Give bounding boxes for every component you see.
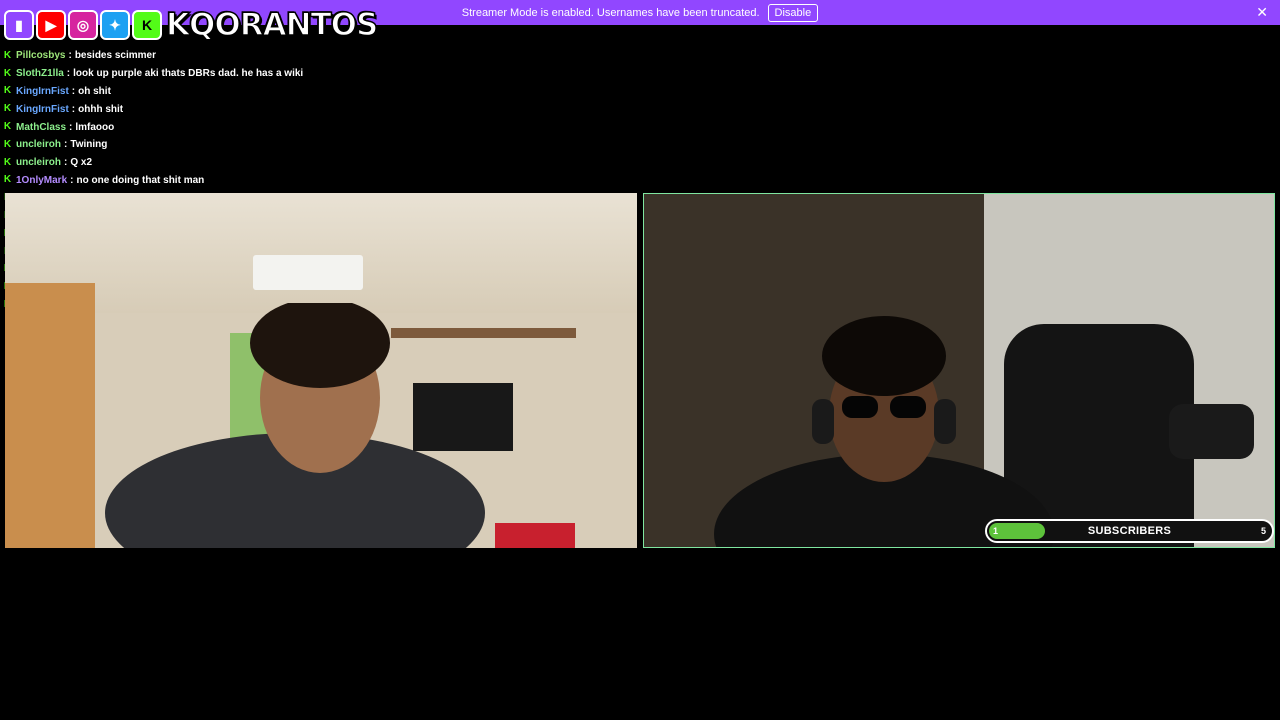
- right-camera-feed: [643, 193, 1275, 548]
- chat-text: oh shit: [78, 85, 111, 97]
- chat-separator: :: [64, 139, 68, 151]
- chat-text: lmfaooo: [75, 121, 115, 133]
- chat-separator: :: [70, 174, 74, 186]
- chat-message: Kuncleiroh: Twining: [3, 136, 643, 154]
- social-logo-strip: ▮ ▶ ◎ ✦ K KQORANTOS: [4, 3, 379, 47]
- kick-badge-icon: K: [3, 121, 12, 133]
- chat-text: Twining: [70, 139, 108, 151]
- chat-separator: :: [68, 50, 72, 62]
- kick-badge-icon: K: [3, 174, 12, 186]
- close-banner-icon[interactable]: ✕: [1256, 5, 1268, 19]
- chat-separator: :: [69, 121, 73, 133]
- kick-badge-icon: K: [3, 103, 12, 115]
- chat-message: K Pillcosbys: besides scimmer: [3, 47, 643, 65]
- chat-username[interactable]: 1OnlyMark: [16, 175, 67, 186]
- chat-text: Q x2: [70, 157, 93, 169]
- kick-badge-icon: K: [3, 67, 12, 79]
- kick-icon: K: [132, 10, 162, 40]
- kick-badge-icon: K: [3, 138, 12, 150]
- left-camera-feed: [5, 193, 637, 548]
- chat-username[interactable]: SlothZ1lla: [16, 68, 64, 79]
- twitter-icon: ✦: [100, 10, 130, 40]
- kick-badge-icon: K: [3, 156, 12, 168]
- chat-text: besides scimmer: [74, 50, 156, 62]
- twitch-icon: ▮: [4, 10, 34, 40]
- streamer-left-person: [105, 303, 485, 548]
- chat-message: K KingIrnFist: oh shit: [3, 83, 643, 101]
- microphone: [1169, 404, 1254, 459]
- chat-username[interactable]: uncleiroh: [16, 157, 61, 168]
- air-conditioner: [253, 255, 363, 290]
- chat-username[interactable]: uncleiroh: [16, 139, 61, 150]
- subscribers-goal-bar: 1 SUBSCRIBERS 5: [985, 519, 1274, 543]
- subscribers-goal: 5: [1260, 526, 1266, 536]
- chat-message: K SlothZ1lla:look up purple aki thats DBR…: [3, 65, 643, 83]
- chat-message: Kuncleiroh: Q x2: [3, 154, 643, 172]
- youtube-icon: ▶: [36, 10, 66, 40]
- instagram-icon: ◎: [68, 10, 98, 40]
- streamer-right-person: [714, 316, 1054, 547]
- chat-text: ohhh shit: [78, 103, 124, 115]
- chat-separator: :: [64, 157, 68, 169]
- ceiling: [5, 193, 637, 313]
- streamer-mode-message: Streamer Mode is enabled. Usernames have…: [461, 6, 760, 19]
- chat-separator: :: [71, 103, 76, 115]
- subscribers-label: SUBSCRIBERS: [1087, 525, 1172, 537]
- kick-badge-icon: K: [3, 49, 12, 61]
- wooden-door: [5, 283, 95, 548]
- brand-name: KQORANTOS: [165, 6, 379, 44]
- chat-username[interactable]: KingIrnFist: [16, 104, 69, 115]
- chat-text: look up purple aki thats DBRs dad. he ha…: [73, 68, 304, 80]
- red-box: [495, 523, 575, 548]
- kick-badge-icon: K: [3, 85, 12, 97]
- chat-message: K MathClass: lmfaooo: [3, 118, 643, 136]
- chat-username[interactable]: MathClass: [16, 122, 66, 133]
- chat-username[interactable]: KingIrnFist: [16, 86, 69, 97]
- chat-message: K 1OnlyMark: no one doing that shit man: [3, 172, 643, 190]
- disable-streamer-mode-button[interactable]: Disable: [767, 3, 819, 22]
- chat-username[interactable]: Pillcosbys: [16, 50, 65, 61]
- chat-separator: :: [66, 68, 71, 80]
- chat-text: no one doing that shit man: [76, 174, 205, 186]
- chat-separator: :: [71, 85, 76, 97]
- chat-message: K KingIrnFist: ohhh shit: [3, 100, 643, 118]
